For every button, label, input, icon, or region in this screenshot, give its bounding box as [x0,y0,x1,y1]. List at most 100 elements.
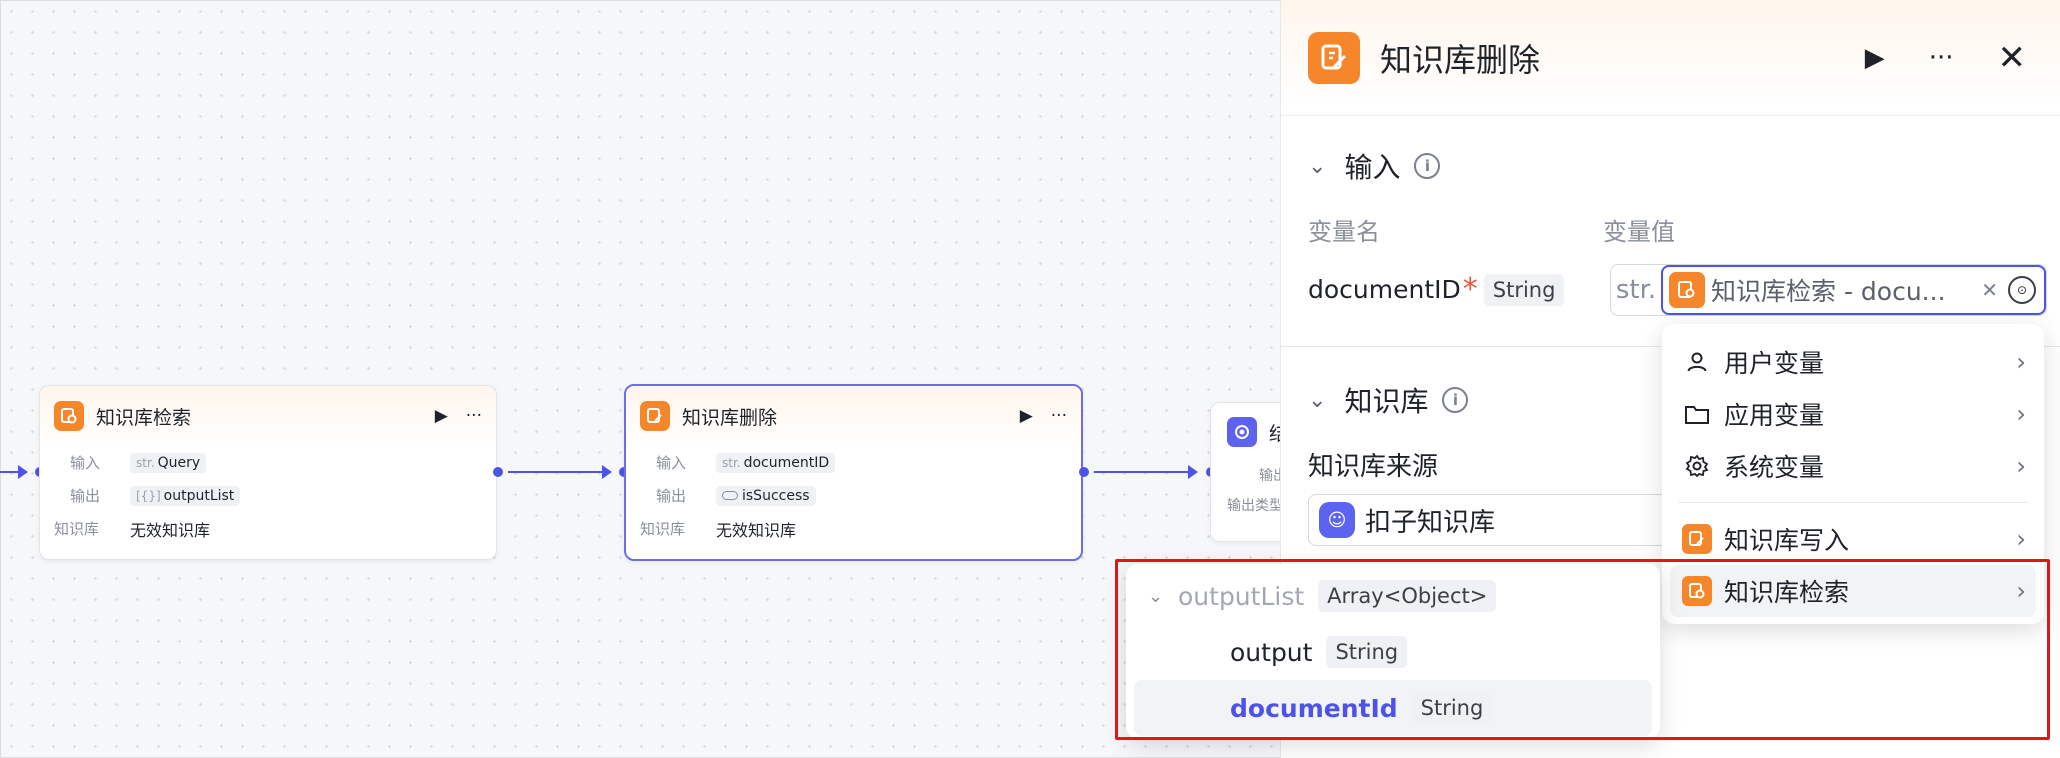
run-icon[interactable]: ▶ [435,406,448,426]
type-prefix: [{}] [136,488,161,503]
menu-item-system-vars[interactable]: 系统变量 › [1662,440,2044,492]
run-icon[interactable]: ▶ [1865,43,1885,73]
node-kb-delete[interactable]: 知识库删除 ▶ ··· 输入 str. documentID 输出 isSucce… [624,384,1083,561]
clear-icon[interactable]: ✕ [1981,278,1998,302]
node-header: 知识库检索 ▶ ··· [40,386,496,446]
input-chip: str. Query [130,452,207,473]
gear-icon [1682,454,1712,478]
kb-delete-icon [640,401,670,431]
menu-item-label: 应用变量 [1724,401,1825,430]
kb-write-icon [1682,524,1712,554]
menu-item-kb-write[interactable]: 知识库写入 › [1662,513,2044,565]
toggle-icon [722,491,738,500]
kb-search-icon [1682,576,1712,606]
variable-reference-tag[interactable]: 知识库检索 - docu... ✕ ⊙ [1661,265,2046,315]
input-label: 输入 [70,454,101,472]
section-input-header[interactable]: ⌄ 输入 i [1308,146,1441,186]
input-label: 输入 [656,454,687,472]
node-header: 知识库删除 ▶ ··· [626,386,1081,446]
section-title: 知识库 [1344,385,1429,418]
close-icon[interactable]: ✕ [1998,38,2027,78]
menu-item-label: 知识库检索 [1724,578,1850,607]
node-title: 知识库检索 [96,406,192,429]
variable-name: documentID [1308,275,1461,304]
edge-2-3 [1094,471,1194,473]
chevron-right-icon: › [2016,525,2026,553]
type-prefix: str. [722,455,741,470]
chevron-right-icon: › [2016,452,2026,480]
node-kb-row: 知识库 无效知识库 [626,512,1081,545]
input-value: documentID [743,454,830,471]
panel-title: 知识库删除 [1380,40,1541,79]
variable-picker-icon[interactable]: ⊙ [2008,276,2036,304]
kb-value: 无效知识库 [130,520,211,540]
output-value: isSuccess [742,487,810,504]
info-icon[interactable]: i [1442,387,1469,413]
edge-1-2 [508,471,608,473]
menu-item-label: 知识库写入 [1724,526,1850,555]
input-value: Query [157,454,201,471]
menu-item-app-vars[interactable]: 应用变量 › [1662,388,2044,440]
user-icon [1682,350,1712,374]
field-type-badge: String [1326,636,1408,668]
menu-item-label: 系统变量 [1724,453,1825,482]
chevron-right-icon: › [2016,400,2026,428]
value-type-prefix: str. [1615,275,1657,305]
node-output-row: 输出 isSuccess [626,479,1081,512]
chevron-right-icon: › [2016,577,2026,605]
field-documentId[interactable]: documentId String [1134,680,1652,736]
output-value: outputList [163,487,235,504]
input-chip: str. documentID [716,452,836,473]
field-output[interactable]: output String [1126,624,1660,680]
panel-header: 知识库删除 ▶ ··· ✕ [1281,0,2060,116]
output-chip: [{}] outputList [130,485,241,506]
reference-text: 知识库检索 - docu... [1711,277,1946,306]
chevron-down-icon[interactable]: ⌄ [1308,388,1326,413]
field-name: output [1230,637,1313,667]
field-name: outputList [1178,581,1305,611]
variable-type-badge: String [1483,273,1565,306]
more-icon[interactable]: ··· [1051,406,1067,426]
chevron-down-icon[interactable]: ⌄ [1308,154,1326,179]
menu-separator [1678,502,2028,503]
end-icon [1227,417,1257,447]
output-label: 输出 [656,487,687,505]
edge-1-2-arrow [602,465,612,479]
node-output-row: 输出 [{}] outputList [40,479,496,512]
field-name: documentId [1230,693,1398,723]
kb-delete-icon [1308,31,1360,84]
more-icon[interactable]: ··· [1929,43,1954,73]
section-title: 输入 [1344,151,1401,184]
kb-source-value: 扣子知识库 [1365,507,1496,538]
more-icon[interactable]: ··· [466,406,482,426]
node-title: 知识库删除 [682,406,778,429]
chevron-down-icon[interactable]: ⌄ [1148,586,1178,607]
column-var-value: 变量值 [1603,218,1675,246]
node-input-row: 输入 str. Query [40,446,496,479]
output-label: 输出 [70,487,101,505]
menu-item-user-vars[interactable]: 用户变量 › [1662,336,2044,388]
kb-source-select[interactable]: ☺ 扣子知识库 [1308,494,1668,546]
type-prefix: str. [136,455,155,470]
run-icon[interactable]: ▶ [1020,406,1033,426]
edge-in-arrow [18,465,28,479]
section-kb-header[interactable]: ⌄ 知识库 i [1308,380,1469,420]
output-chip: isSuccess [716,485,816,506]
menu-item-kb-search[interactable]: 知识库检索 › [1670,565,2036,617]
menu-item-label: 用户变量 [1724,349,1825,378]
variable-value-field[interactable]: str. 知识库检索 - docu... ✕ ⊙ [1610,264,2047,316]
kb-label: 知识库 [640,520,686,538]
field-type-badge: String [1411,692,1493,724]
variable-name-row: documentID * String [1308,272,1565,307]
field-type-badge: Array<Object> [1318,580,1497,612]
node1-output-port[interactable] [493,467,503,477]
node-kb-search[interactable]: 知识库检索 ▶ ··· 输入 str. Query 输出 [{}] outputLi… [39,385,497,560]
edge-2-3-arrow [1188,465,1198,479]
folder-icon [1682,403,1712,425]
field-outputList[interactable]: ⌄ outputList Array<Object> [1126,568,1660,624]
required-mark: * [1462,272,1478,307]
field-submenu: ⌄ outputList Array<Object> output String… [1126,564,1660,739]
node2-output-port[interactable] [1079,467,1089,477]
chevron-right-icon: › [2016,348,2026,376]
info-icon[interactable]: i [1414,153,1441,179]
